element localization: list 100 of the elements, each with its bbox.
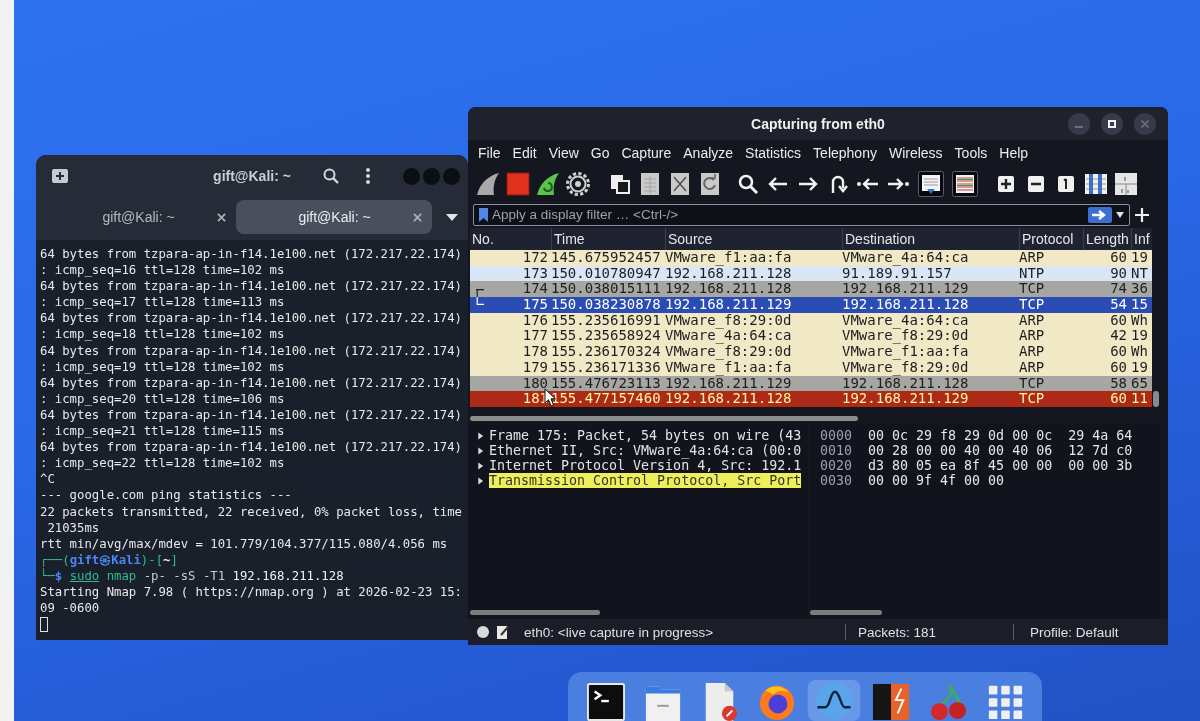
fin-refresh-icon[interactable] [535, 170, 561, 197]
menu-item[interactable]: Go [584, 145, 616, 161]
expand-arrow-icon[interactable] [477, 446, 484, 455]
terminal-line: 64 bytes from tzpara-ap-in-f14.1e100.net (172.217.22.174) [40, 406, 462, 424]
close-icon[interactable] [413, 212, 422, 222]
tree-item[interactable]: Internet Protocol Version 4, Src: 192.1 [489, 458, 802, 473]
display-filter-field[interactable]: Apply a display filter … <Ctrl-/> [473, 203, 1130, 226]
caret-down-icon[interactable] [1116, 211, 1124, 218]
terminal-tab[interactable]: gift@Kali: ~ [40, 200, 236, 234]
packet-protocol: TCP [1019, 391, 1046, 407]
hex-bytes: 00 0c 29 f8 29 0d 00 0c [868, 428, 1053, 443]
tree-item[interactable]: Ethernet II, Src: VMware_4a:64:ca (00:0 [489, 443, 802, 458]
packet-row[interactable]: 174 150.038015111 192.168.211.128 192.168.211.129 TCP 74 36 [470, 281, 1152, 298]
status-text: eth0: <live capture in progress> [524, 624, 714, 640]
tree-item[interactable]: Frame 175: Packet, 54 bytes on wire (43 [489, 428, 802, 443]
packet-row[interactable]: 175 150.038230878 192.168.211.129 192.168.211.128 TCP 54 15 [470, 297, 1152, 313]
tree-item[interactable]: Transmission Control Protocol, Src Port [489, 473, 802, 488]
packet-info: 15 [1131, 297, 1149, 313]
terminal-line: 64 bytes from tzpara-ap-in-f14.1e100.net (172.217.22.174) [40, 278, 462, 295]
packet-destination: VMware_4a:64:ca [842, 250, 970, 266]
terminal-line: : icmp_seq=16 ttl=128 time=102 ms [40, 262, 285, 279]
packet-destination: 192.168.211.129 [842, 281, 970, 298]
circle-icon[interactable] [477, 626, 489, 638]
plus-icon[interactable] [1135, 207, 1149, 222]
close-button[interactable] [1134, 112, 1156, 135]
packet-destination: VMware_f8:29:0d [842, 328, 970, 345]
menu-item[interactable]: File [472, 145, 507, 161]
packet-number: 176 [522, 312, 548, 329]
bookmark-icon[interactable] [479, 207, 488, 222]
scrollbar-thumb[interactable] [1153, 391, 1159, 407]
scrollbar-thumb[interactable] [470, 416, 858, 421]
packet-protocol: ARP [1019, 312, 1046, 329]
scrollbar-thumb[interactable] [810, 610, 882, 615]
scrollbar-thumb[interactable] [470, 610, 600, 615]
expand-arrow-icon[interactable] [477, 461, 484, 470]
packet-destination: 91.189.91.157 [842, 265, 952, 282]
menu-item[interactable]: View [542, 145, 585, 161]
maximize-button[interactable] [1101, 112, 1123, 135]
packet-row[interactable]: 172 145.675952457 VMware_f1:aa:fa VMware_4a:64:ca ARP 60 19 [470, 250, 1152, 266]
layout-icon[interactable] [1113, 170, 1139, 197]
kebab-menu-icon[interactable] [365, 168, 371, 184]
menu-item[interactable]: Wireless [882, 145, 949, 161]
packet-protocol: ARP [1019, 250, 1046, 266]
packet-protocol: TCP [1019, 375, 1046, 392]
packet-protocol: TCP [1019, 297, 1046, 313]
lightning-box-icon[interactable] [871, 683, 910, 721]
terminal-line: 22 packets transmitted, 22 received, 0% packet loss, time [40, 503, 462, 520]
packet-row[interactable]: 178 155.236170324 VMware_f8:29:0d VMware_f1:aa:fa ARP 60 Wh [470, 344, 1152, 360]
packet-number: 180 [522, 375, 548, 392]
expand-arrow-icon[interactable] [477, 476, 484, 485]
menu-item[interactable]: Statistics [739, 145, 808, 161]
terminal-line: 64 bytes from tzpara-ap-in-f14.1e100.net (172.217.22.174) [40, 342, 462, 359]
menu-item[interactable]: Analyze [677, 145, 740, 161]
packet-source: 192.168.211.128 [665, 281, 793, 298]
packet-destination: 192.168.211.128 [842, 297, 970, 313]
maximize-icon [1108, 119, 1116, 128]
globe-icon[interactable] [757, 683, 796, 721]
striped-list-icon[interactable] [952, 170, 978, 197]
column-header[interactable]: No. [470, 228, 551, 250]
packet-time: 155.235658924 [551, 328, 662, 345]
menu-item[interactable]: Tools [948, 145, 994, 161]
terminal-icon[interactable] [586, 683, 625, 721]
minimize-button[interactable] [1068, 112, 1090, 135]
packet-number: 174 [522, 281, 548, 298]
terminal-line: : icmp_seq=20 ttl=128 time=106 ms [40, 390, 285, 407]
terminal-line: ^C [40, 471, 55, 488]
terminal-line: : icmp_seq=21 ttl=128 time=115 ms [40, 423, 285, 440]
packet-time: 150.038230878 [551, 297, 662, 313]
menu-item[interactable]: Telephony [807, 145, 883, 161]
menu-item[interactable]: Help [993, 145, 1035, 161]
fin-icon[interactable] [475, 170, 501, 197]
packet-number: 172 [522, 250, 548, 266]
packet-info: Wh [1131, 344, 1149, 360]
packet-info: 19 [1131, 359, 1149, 376]
packet-source: 192.168.211.129 [665, 375, 793, 392]
new-tab-icon[interactable] [52, 169, 68, 183]
caret-down-icon[interactable] [446, 213, 458, 221]
packet-row[interactable]: 177 155.235658924 VMware_4a:64:ca VMware_f8:29:0d ARP 42 19 [470, 328, 1152, 345]
menu-item[interactable]: Edit [506, 145, 543, 161]
packet-info: 19 [1131, 250, 1149, 266]
packet-info: Wh [1131, 312, 1149, 329]
search-icon[interactable] [323, 168, 339, 184]
gear-icon[interactable] [565, 170, 591, 197]
hex-offset: 0020 [820, 458, 853, 473]
expand-arrow-icon[interactable] [477, 431, 484, 440]
hex-bytes: 00 00 9f 4f 00 00 [868, 473, 1005, 488]
close-icon[interactable] [217, 212, 226, 222]
list-down-icon[interactable] [918, 170, 944, 197]
packet-length: 58 [1109, 375, 1128, 392]
profile-label[interactable]: Profile: Default [1030, 624, 1119, 640]
menu-item[interactable]: Capture [615, 145, 678, 161]
stop-icon[interactable] [505, 170, 531, 197]
packet-destination: VMware_f8:29:0d [842, 359, 970, 376]
packet-time: 155.235616991 [551, 312, 662, 329]
hex-offset: 0030 [820, 473, 853, 488]
hex-offset: 0010 [820, 443, 853, 458]
note-edit-icon[interactable] [497, 625, 509, 639]
packet-time: 155.236171336 [551, 359, 662, 376]
terminal-tab[interactable]: gift@Kali: ~ [236, 200, 432, 234]
filter-input[interactable]: Apply a display filter … <Ctrl-/> [492, 205, 1088, 224]
